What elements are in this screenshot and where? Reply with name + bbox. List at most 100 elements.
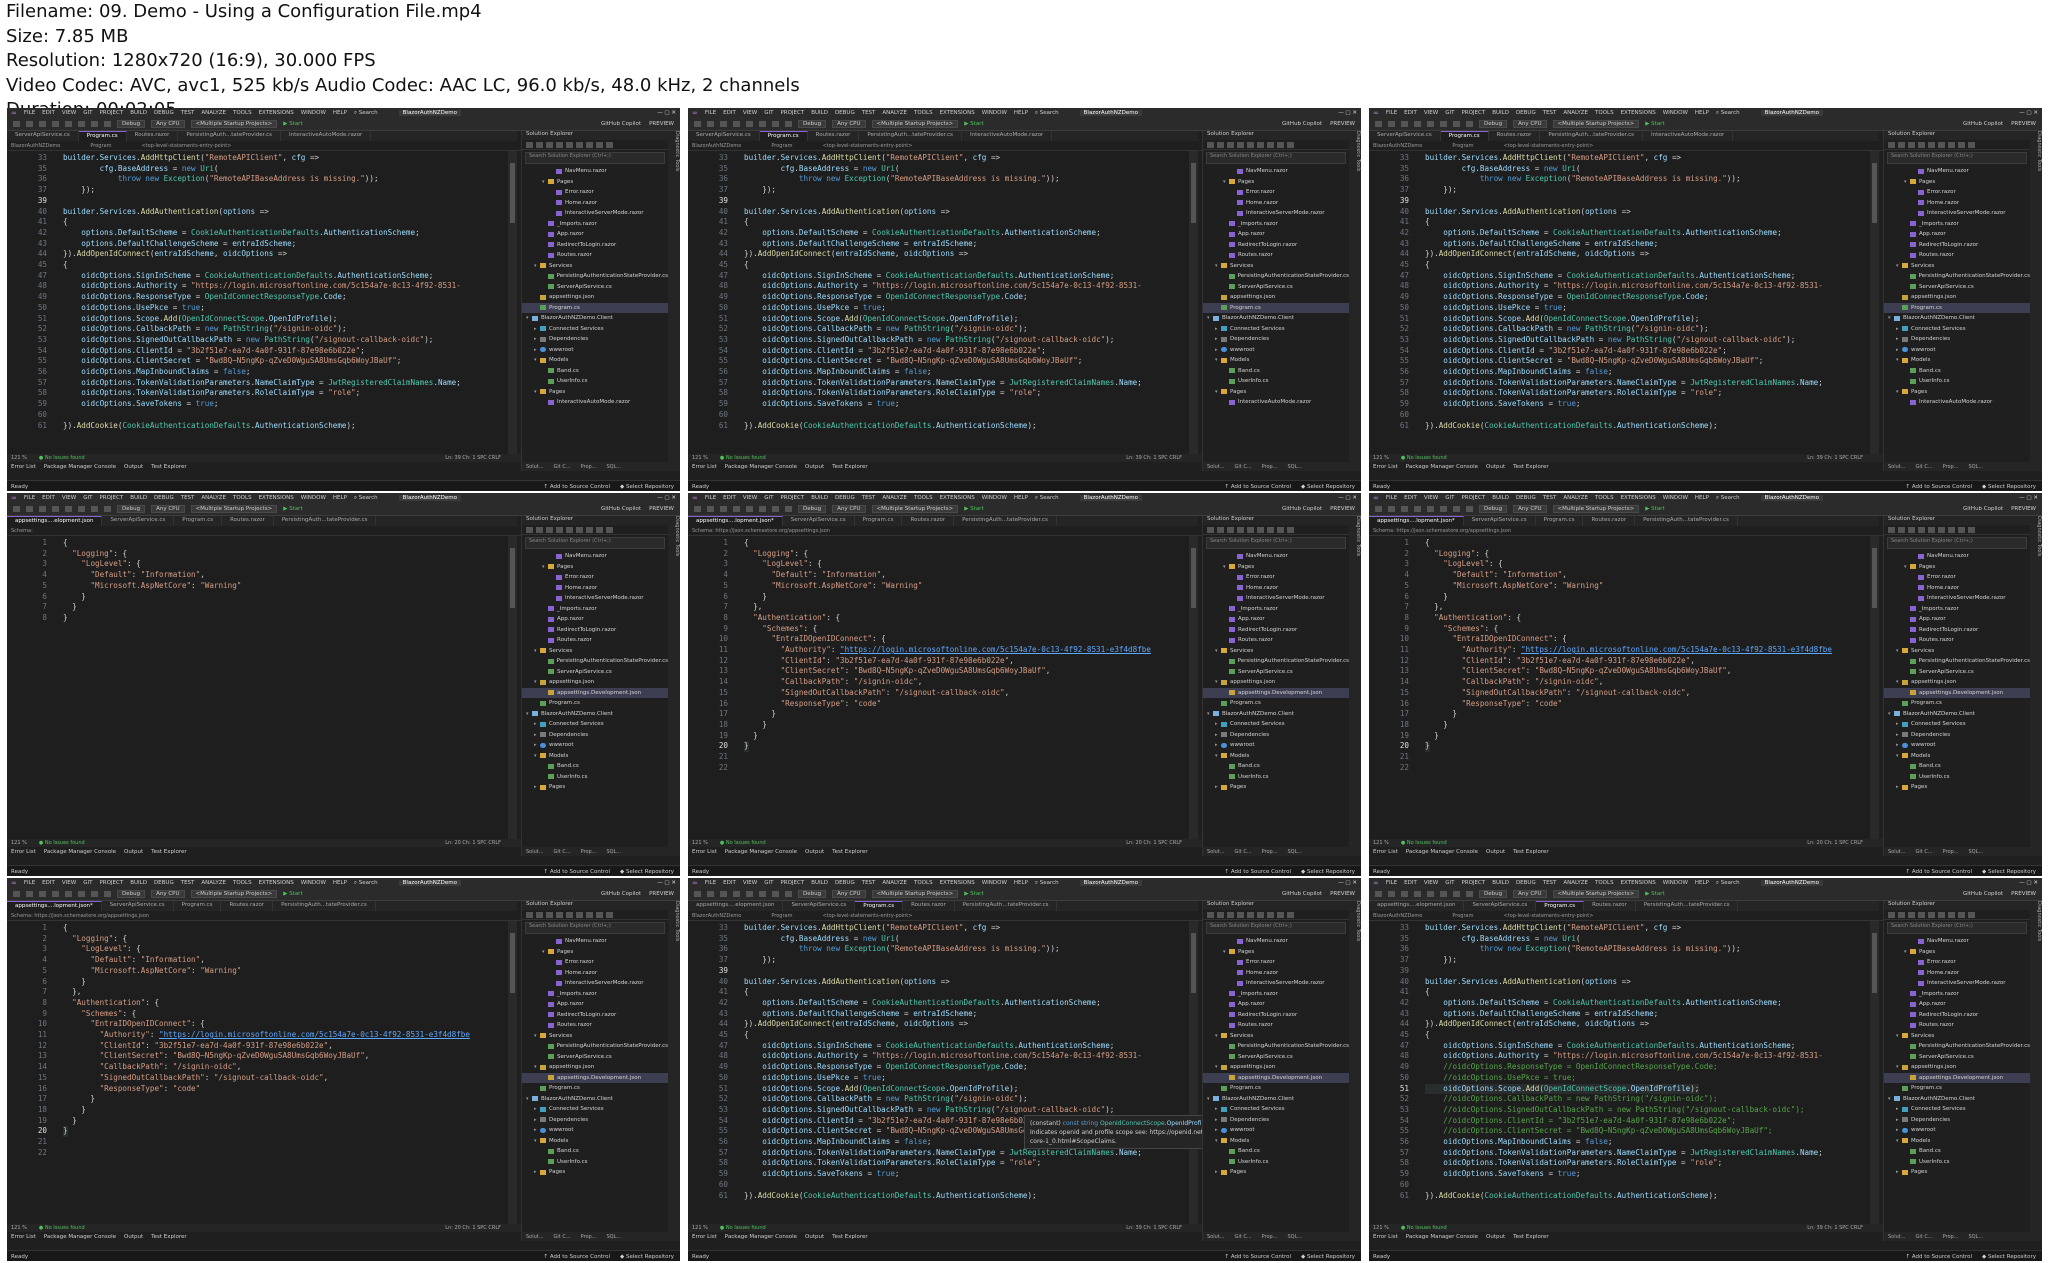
menu-item-test[interactable]: TEST xyxy=(862,110,876,116)
issues-status[interactable]: ● No Issues found xyxy=(39,455,85,461)
menu-item-extensions[interactable]: EXTENSIONS xyxy=(259,110,294,116)
tree-item[interactable]: App.razor xyxy=(522,614,668,625)
toolbar-icon[interactable] xyxy=(1453,891,1460,897)
tool-window-tab[interactable]: Test Explorer xyxy=(1513,464,1548,470)
toolbar-icon[interactable] xyxy=(707,121,714,127)
side-panel-tab[interactable]: SQL... xyxy=(1287,464,1302,470)
toolbar-icon[interactable] xyxy=(1427,121,1434,127)
tree-item[interactable]: ServerApiService.cs xyxy=(1203,1052,1349,1063)
start-button[interactable]: ▶ Start xyxy=(964,506,983,512)
tree-item[interactable]: ▸ Connected Services xyxy=(1884,1104,2030,1115)
diagnostic-tools-strip[interactable]: Diagnostic Tools xyxy=(668,901,680,1241)
menu-item-debug[interactable]: DEBUG xyxy=(154,110,174,116)
tree-item[interactable]: ▾ Models xyxy=(522,355,668,366)
platform-dropdown[interactable]: Any CPU xyxy=(832,505,866,513)
tree-item[interactable]: App.razor xyxy=(1203,614,1349,625)
document-tab[interactable]: PersistingAuth...tateProvider.cs xyxy=(954,516,1057,526)
solution-tool-icon[interactable] xyxy=(1888,912,1895,918)
tree-item[interactable]: UserInfo.cs xyxy=(1203,1157,1349,1168)
toolbar-icon[interactable] xyxy=(759,506,766,512)
copilot-button[interactable]: GitHub Copilot xyxy=(1282,121,1322,127)
code-editor[interactable]: 33 builder.Services.AddHttpClient("Remote… xyxy=(1369,921,1879,1224)
tree-item[interactable]: Routes.razor xyxy=(1884,635,2030,646)
tree-item[interactable]: RedirectToLogin.razor xyxy=(1203,625,1349,636)
tree-item[interactable]: App.razor xyxy=(1203,999,1349,1010)
tree-item[interactable]: ▸ Dependencies xyxy=(522,334,668,345)
tree-item[interactable]: ▾ Pages xyxy=(522,177,668,188)
start-button[interactable]: ▶ Start xyxy=(1645,121,1664,127)
tree-item[interactable]: Error.razor xyxy=(1203,572,1349,583)
menu-item-tools[interactable]: TOOLS xyxy=(914,110,933,116)
tree-item[interactable]: Program.cs xyxy=(1203,302,1349,313)
startup-projects-dropdown[interactable]: <Multiple Startup Projects> xyxy=(190,120,278,128)
toolbar-icon[interactable] xyxy=(26,506,33,512)
menu-item-project[interactable]: PROJECT xyxy=(99,110,123,116)
tree-item[interactable]: Program.cs xyxy=(522,1083,668,1094)
zoom-level[interactable]: 121 % xyxy=(692,1225,708,1231)
tree-item[interactable]: Program.cs xyxy=(1884,1083,2030,1094)
solution-tool-icon[interactable] xyxy=(1888,142,1895,148)
tree-item[interactable]: Error.razor xyxy=(522,957,668,968)
tree-item[interactable]: ▸ wwwroot xyxy=(1884,1125,2030,1136)
menu-item-edit[interactable]: EDIT xyxy=(42,110,55,116)
toolbar-icon[interactable] xyxy=(1388,121,1395,127)
copilot-button[interactable]: GitHub Copilot xyxy=(1963,506,2003,512)
menu-item-debug[interactable]: DEBUG xyxy=(1516,495,1536,501)
solution-tool-icon[interactable] xyxy=(576,142,583,148)
zoom-level[interactable]: 121 % xyxy=(692,840,708,846)
toolbar-icon[interactable] xyxy=(52,506,59,512)
menu-item-test[interactable]: TEST xyxy=(862,495,876,501)
menu-item-extensions[interactable]: EXTENSIONS xyxy=(940,495,975,501)
tree-item[interactable]: ▾ Pages xyxy=(1884,562,2030,573)
solution-tool-icon[interactable] xyxy=(586,912,593,918)
toolbar-icon[interactable] xyxy=(26,891,33,897)
side-panel-tab[interactable]: Git C... xyxy=(554,1234,571,1240)
toolbar-icon[interactable] xyxy=(1388,506,1395,512)
tree-item[interactable]: ▸ Connected Services xyxy=(1203,719,1349,730)
toolbar-icon[interactable] xyxy=(78,121,85,127)
side-panel-tab[interactable]: Prop... xyxy=(1943,849,1959,855)
menu-item-analyze[interactable]: ANALYZE xyxy=(1563,880,1588,886)
tool-window-tab[interactable]: Output xyxy=(124,849,143,855)
menu-item-view[interactable]: VIEW xyxy=(743,110,757,116)
tree-item[interactable]: ▾ BlazorAuthNZDemo.Client xyxy=(1203,1094,1349,1105)
tree-item[interactable]: Home.razor xyxy=(522,968,668,979)
solution-tool-icon[interactable] xyxy=(1207,527,1214,533)
copilot-button[interactable]: GitHub Copilot xyxy=(1963,891,2003,897)
configuration-dropdown[interactable]: Debug xyxy=(798,505,827,513)
configuration-dropdown[interactable]: Debug xyxy=(798,890,827,898)
tree-item[interactable]: _Imports.razor xyxy=(1203,989,1349,1000)
toolbar-icon[interactable] xyxy=(746,121,753,127)
editor-scrollbar[interactable] xyxy=(508,151,517,454)
tool-window-tab[interactable]: Package Manager Console xyxy=(725,464,797,470)
tree-item[interactable]: ▾ Services xyxy=(1884,261,2030,272)
diagnostic-tools-strip[interactable]: Diagnostic Tools xyxy=(1349,901,1361,1241)
menu-item-extensions[interactable]: EXTENSIONS xyxy=(940,880,975,886)
issues-status[interactable]: ● No Issues found xyxy=(39,840,85,846)
tree-item[interactable]: ServerApiService.cs xyxy=(1203,667,1349,678)
toolbar-icon[interactable] xyxy=(65,891,72,897)
menu-item-help[interactable]: HELP xyxy=(1695,495,1709,501)
document-tab[interactable]: ServerApiService.cs xyxy=(783,516,855,526)
startup-projects-dropdown[interactable]: <Multiple Startup Projects> xyxy=(1552,890,1640,898)
solution-tool-icon[interactable] xyxy=(1237,142,1244,148)
tree-item[interactable]: Band.cs xyxy=(1203,1146,1349,1157)
tree-item[interactable]: InteractiveServerMode.razor xyxy=(522,978,668,989)
select-repository-button[interactable]: ◆ Select Repository xyxy=(1982,1254,2036,1260)
solution-tool-icon[interactable] xyxy=(1227,527,1234,533)
tree-item[interactable]: ▾ BlazorAuthNZDemo.Client xyxy=(1203,313,1349,324)
tree-item[interactable]: Home.razor xyxy=(1203,968,1349,979)
tree-item[interactable]: ▾ Pages xyxy=(1884,387,2030,398)
document-tab[interactable]: ServerApiService.cs xyxy=(1369,131,1441,141)
solution-tool-icon[interactable] xyxy=(566,912,573,918)
solution-tool-icon[interactable] xyxy=(1918,912,1925,918)
tree-item[interactable]: RedirectToLogin.razor xyxy=(1884,625,2030,636)
document-tab[interactable]: Program.cs xyxy=(1440,131,1489,141)
solution-tool-icon[interactable] xyxy=(1217,912,1224,918)
menu-item-window[interactable]: WINDOW xyxy=(301,110,326,116)
side-panel-tab[interactable]: Solut... xyxy=(1888,1234,1906,1240)
solution-tool-icon[interactable] xyxy=(1968,912,1975,918)
toolbar-icon[interactable] xyxy=(733,121,740,127)
toolbar-icon[interactable] xyxy=(785,891,792,897)
tool-window-tab[interactable]: Package Manager Console xyxy=(1406,849,1478,855)
